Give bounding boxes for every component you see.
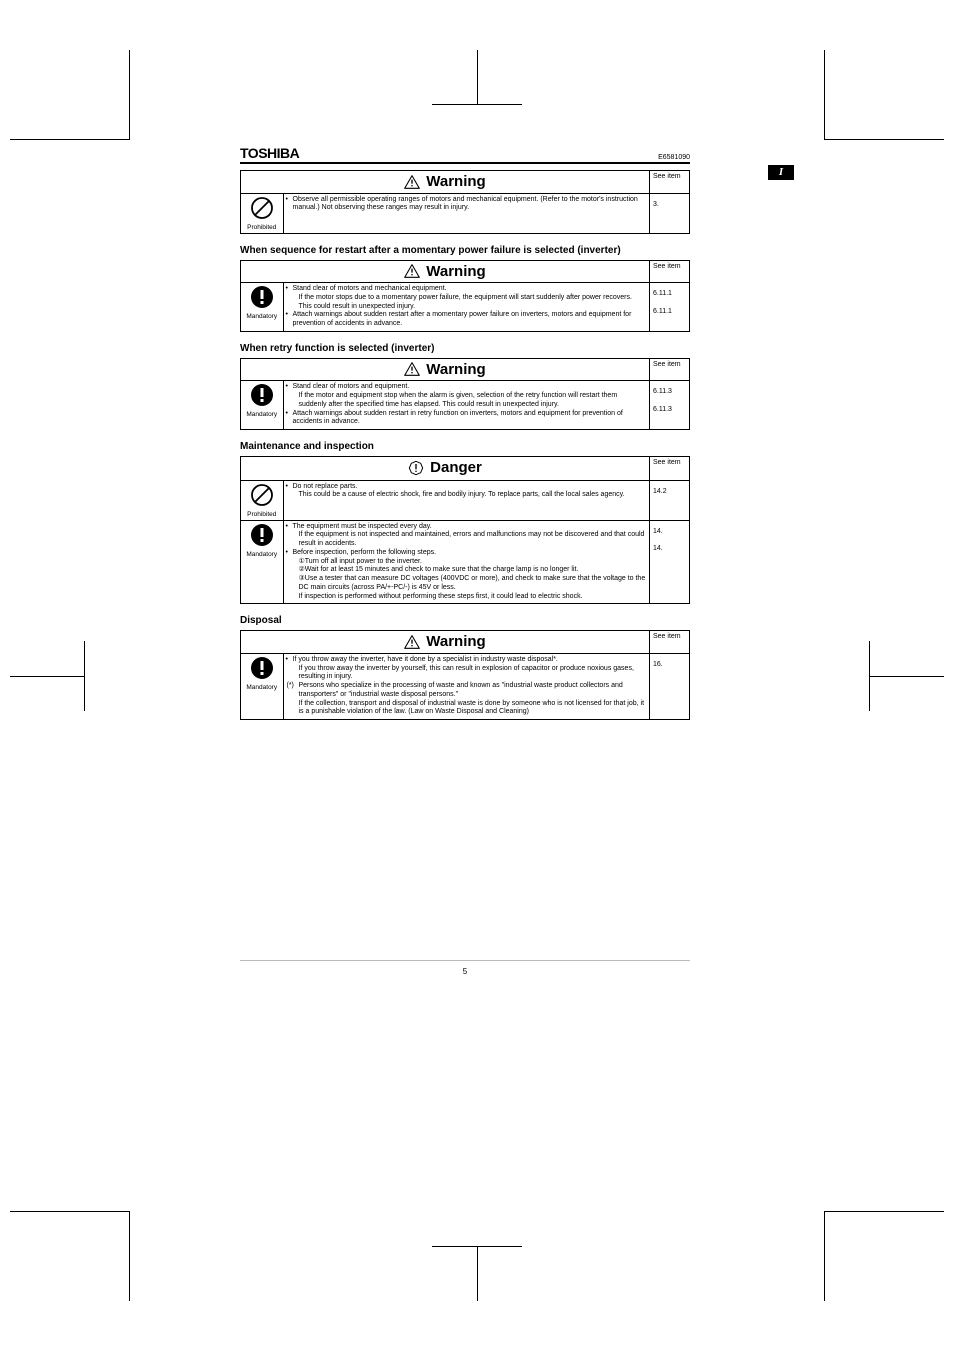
see-item-header: See item xyxy=(650,358,690,381)
mandatory-icon xyxy=(250,523,274,547)
icon-label: Mandatory xyxy=(244,551,280,558)
bullet-item: Do not replace parts.This could be a cau… xyxy=(293,483,647,501)
icon-label: Mandatory xyxy=(244,411,280,418)
safety-table: Warning See item Prohibited Observe all … xyxy=(240,170,690,234)
bullet-item: The equipment must be inspected every da… xyxy=(293,523,647,549)
bullet-item: Observe all permissible operating ranges… xyxy=(293,196,647,214)
mandatory-icon xyxy=(250,383,274,407)
mandatory-icon xyxy=(250,656,274,680)
see-item-header: See item xyxy=(650,457,690,481)
banner-text: Warning xyxy=(426,173,485,190)
see-item-header: See item xyxy=(650,260,690,283)
reference-cell: 16. xyxy=(650,653,690,719)
brand-logo: TOSHIBA xyxy=(240,145,299,161)
warning-icon xyxy=(404,175,420,189)
mandatory-icon xyxy=(250,285,274,309)
safety-table: Warning See item Mandatory If you throw … xyxy=(240,630,690,720)
content-cell: Stand clear of motors and mechanical equ… xyxy=(283,283,649,331)
icon-label: Prohibited xyxy=(244,511,280,518)
prohibited-icon xyxy=(250,483,274,507)
icon-label: Prohibited xyxy=(244,224,280,231)
danger-icon xyxy=(408,460,424,476)
page-header: TOSHIBA E6581090 xyxy=(240,145,690,164)
crop-mark xyxy=(432,50,522,120)
content-cell: The equipment must be inspected every da… xyxy=(283,521,649,604)
bullet-item: Attach warnings about sudden restart aft… xyxy=(293,311,647,329)
icon-cell: Prohibited xyxy=(241,481,283,520)
banner-text: Warning xyxy=(426,361,485,378)
safety-table: Warning See item Mandatory Stand clear o… xyxy=(240,358,690,430)
document-number: E6581090 xyxy=(658,154,690,161)
warning-icon xyxy=(404,635,420,649)
crop-mark xyxy=(10,1211,130,1301)
content-cell: Stand clear of motors and equipment.If t… xyxy=(283,381,649,429)
banner-cell: Warning xyxy=(241,260,650,283)
banner-cell: Warning xyxy=(241,358,650,381)
bullet-item: If you throw away the inverter, have it … xyxy=(293,656,647,682)
section-title: Disposal xyxy=(240,614,690,627)
crop-mark xyxy=(432,1231,522,1301)
icon-label: Mandatory xyxy=(244,313,280,320)
bullet-item: Stand clear of motors and mechanical equ… xyxy=(293,285,647,311)
bullet-item: Attach warnings about sudden restart in … xyxy=(293,410,647,428)
reference-cell: 14.14. xyxy=(650,520,690,604)
icon-cell: Mandatory xyxy=(241,654,283,719)
chapter-tab: I xyxy=(768,165,794,180)
crop-mark xyxy=(10,641,100,711)
content-cell: If you throw away the inverter, have it … xyxy=(283,654,649,719)
reference-cell: 3. xyxy=(650,193,690,233)
see-item-header: See item xyxy=(650,171,690,194)
warning-icon xyxy=(404,264,420,278)
prohibited-icon xyxy=(250,196,274,220)
bullet-item: Stand clear of motors and equipment.If t… xyxy=(293,383,647,409)
section-title: When sequence for restart after a moment… xyxy=(240,244,690,257)
crop-mark xyxy=(824,1211,944,1301)
icon-cell: Prohibited xyxy=(241,194,283,233)
safety-table: Danger See item Prohibited Do not replac… xyxy=(240,456,690,604)
banner-text: Danger xyxy=(430,459,482,476)
icon-cell: Mandatory xyxy=(241,283,283,331)
crop-mark xyxy=(824,50,944,140)
reference-cell: 14.2 xyxy=(650,480,690,520)
crop-mark xyxy=(10,50,130,140)
icon-cell: Mandatory xyxy=(241,381,283,429)
icon-label: Mandatory xyxy=(244,684,280,691)
content-cell: Observe all permissible operating ranges… xyxy=(283,194,649,233)
banner-text: Warning xyxy=(426,263,485,280)
reference-cell: 6.11.16.11.1 xyxy=(650,283,690,332)
safety-table: Warning See item Mandatory Stand clear o… xyxy=(240,260,690,332)
section-title: When retry function is selected (inverte… xyxy=(240,342,690,355)
icon-cell: Mandatory xyxy=(241,521,283,604)
warning-icon xyxy=(404,362,420,376)
section-title: Maintenance and inspection xyxy=(240,440,690,453)
banner-cell: Danger xyxy=(241,457,650,481)
page-content: TOSHIBA E6581090 Warning See item Prohib… xyxy=(240,145,690,976)
crop-mark xyxy=(854,641,944,711)
content-cell: Do not replace parts.This could be a cau… xyxy=(283,481,649,520)
see-item-header: See item xyxy=(650,631,690,654)
banner-text: Warning xyxy=(426,633,485,650)
banner-cell: Warning xyxy=(241,171,650,194)
reference-cell: 6.11.36.11.3 xyxy=(650,381,690,430)
page-number: 5 xyxy=(240,960,690,976)
banner-cell: Warning xyxy=(241,631,650,654)
bullet-item: Before inspection, perform the following… xyxy=(293,549,647,602)
